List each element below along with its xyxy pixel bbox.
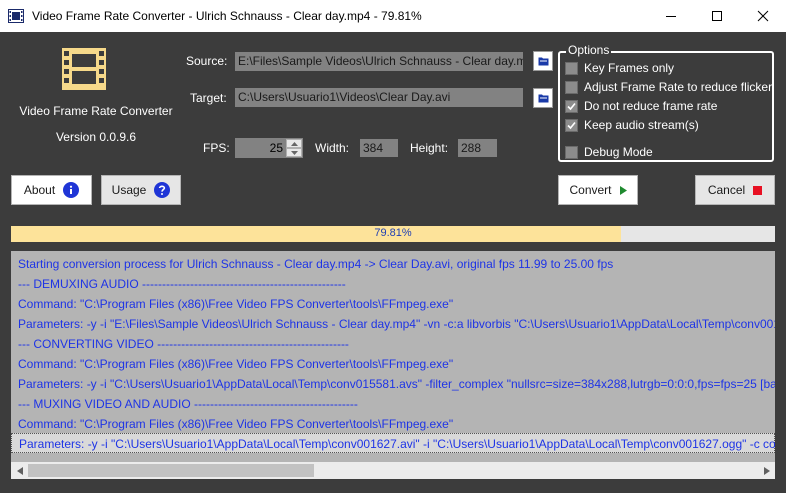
checkbox-checked[interactable] xyxy=(565,99,578,113)
scroll-right-button[interactable] xyxy=(758,462,775,479)
checkbox[interactable] xyxy=(565,61,578,75)
film-strip-logo-icon xyxy=(60,46,108,92)
source-label: Source: xyxy=(186,54,228,68)
film-icon xyxy=(8,9,24,23)
checkmark-icon xyxy=(567,102,576,110)
width-field[interactable]: 384 xyxy=(360,139,398,157)
progress-text: 79.81% xyxy=(374,227,412,239)
log-line-selected[interactable]: Parameters: -y -i "C:\Users\Usuario1\App… xyxy=(11,433,775,453)
log-line[interactable]: --- CONVERTING VIDEO -------------------… xyxy=(18,334,349,354)
option-label: Debug Mode xyxy=(584,145,653,159)
option-label: Key Frames only xyxy=(584,61,675,75)
option-debug-mode[interactable]: Debug Mode xyxy=(565,145,653,159)
play-icon xyxy=(619,185,627,195)
maximize-button[interactable] xyxy=(694,0,740,32)
usage-label: Usage xyxy=(111,183,147,197)
fps-stepper[interactable]: 25 xyxy=(235,138,303,158)
convert-button[interactable]: Convert xyxy=(558,175,638,205)
about-button[interactable]: About xyxy=(11,175,92,205)
chevron-down-icon xyxy=(290,150,298,155)
source-browse-button[interactable] xyxy=(533,51,553,71)
option-adjust-frame-rate[interactable]: Adjust Frame Rate to reduce flicker xyxy=(565,80,772,94)
option-label: Do not reduce frame rate xyxy=(584,99,718,113)
chevron-up-icon xyxy=(290,141,298,146)
log-line[interactable]: Command: "C:\Program Files (x86)\Free Vi… xyxy=(18,354,453,374)
log-line[interactable]: --- DEMUXING AUDIO ---------------------… xyxy=(18,274,346,294)
option-key-frames-only[interactable]: Key Frames only xyxy=(565,61,674,75)
option-label: Keep audio stream(s) xyxy=(584,118,699,132)
app-version: Version 0.0.9.6 xyxy=(55,130,137,144)
target-label: Target: xyxy=(190,91,227,105)
log-line[interactable]: Command: "C:\Program Files (x86)\Free Vi… xyxy=(18,294,453,314)
progress-bar: 79.81% xyxy=(11,226,775,242)
target-browse-button[interactable] xyxy=(533,88,553,108)
options-legend: Options xyxy=(566,43,612,57)
log-line[interactable]: Parameters: -y -i "E:\Files\Sample Video… xyxy=(18,314,775,334)
fps-decrement-button[interactable] xyxy=(286,148,302,157)
stop-icon xyxy=(753,185,763,195)
info-icon xyxy=(63,182,80,198)
log-line[interactable]: Parameters: -y -i "C:\Users\Usuario1\App… xyxy=(18,374,775,394)
height-field[interactable]: 288 xyxy=(458,139,497,157)
folder-icon xyxy=(538,57,548,66)
checkbox-checked[interactable] xyxy=(565,118,578,132)
checkmark-icon xyxy=(567,121,576,129)
fps-value: 25 xyxy=(269,141,283,155)
cancel-button[interactable]: Cancel xyxy=(695,175,775,205)
app-name: Video Frame Rate Converter xyxy=(19,104,173,118)
help-icon xyxy=(154,182,171,198)
convert-label: Convert xyxy=(569,183,612,197)
about-label: About xyxy=(23,183,56,197)
checkbox[interactable] xyxy=(565,80,578,94)
chevron-right-icon xyxy=(763,466,770,475)
horizontal-scrollbar[interactable] xyxy=(11,462,775,479)
option-label: Adjust Frame Rate to reduce flicker xyxy=(584,80,773,94)
log-line[interactable]: Command: "C:\Program Files (x86)\Free Vi… xyxy=(18,414,453,434)
chevron-left-icon xyxy=(16,466,23,475)
source-path-field[interactable]: E:\Files\Sample Videos\Ulrich Schnauss -… xyxy=(235,52,523,71)
maximize-icon xyxy=(712,11,722,21)
log-line[interactable]: Starting conversion process for Ulrich S… xyxy=(18,254,613,274)
option-keep-audio-streams[interactable]: Keep audio stream(s) xyxy=(565,118,699,132)
width-label: Width: xyxy=(315,141,350,155)
log-line[interactable]: --- MUXING VIDEO AND AUDIO -------------… xyxy=(18,394,358,414)
scrollbar-thumb[interactable] xyxy=(28,464,314,477)
title-bar: Video Frame Rate Converter - Ulrich Schn… xyxy=(0,0,786,32)
option-do-not-reduce-frame-rate[interactable]: Do not reduce frame rate xyxy=(565,99,717,113)
checkbox[interactable] xyxy=(565,145,578,159)
close-button[interactable] xyxy=(740,0,786,32)
fps-increment-button[interactable] xyxy=(286,139,302,148)
log-list[interactable]: Starting conversion process for Ulrich S… xyxy=(11,251,775,479)
window-title: Video Frame Rate Converter - Ulrich Schn… xyxy=(32,9,422,23)
cancel-label: Cancel xyxy=(707,183,746,197)
close-icon xyxy=(757,10,769,22)
folder-icon xyxy=(538,94,548,103)
target-path-field[interactable]: C:\Users\Usuario1\Videos\Clear Day.avi xyxy=(235,88,523,107)
minimize-icon xyxy=(666,16,676,17)
usage-button[interactable]: Usage xyxy=(101,175,181,205)
scroll-left-button[interactable] xyxy=(11,462,28,479)
fps-label: FPS: xyxy=(203,141,230,155)
height-label: Height: xyxy=(410,141,449,155)
minimize-button[interactable] xyxy=(648,0,694,32)
